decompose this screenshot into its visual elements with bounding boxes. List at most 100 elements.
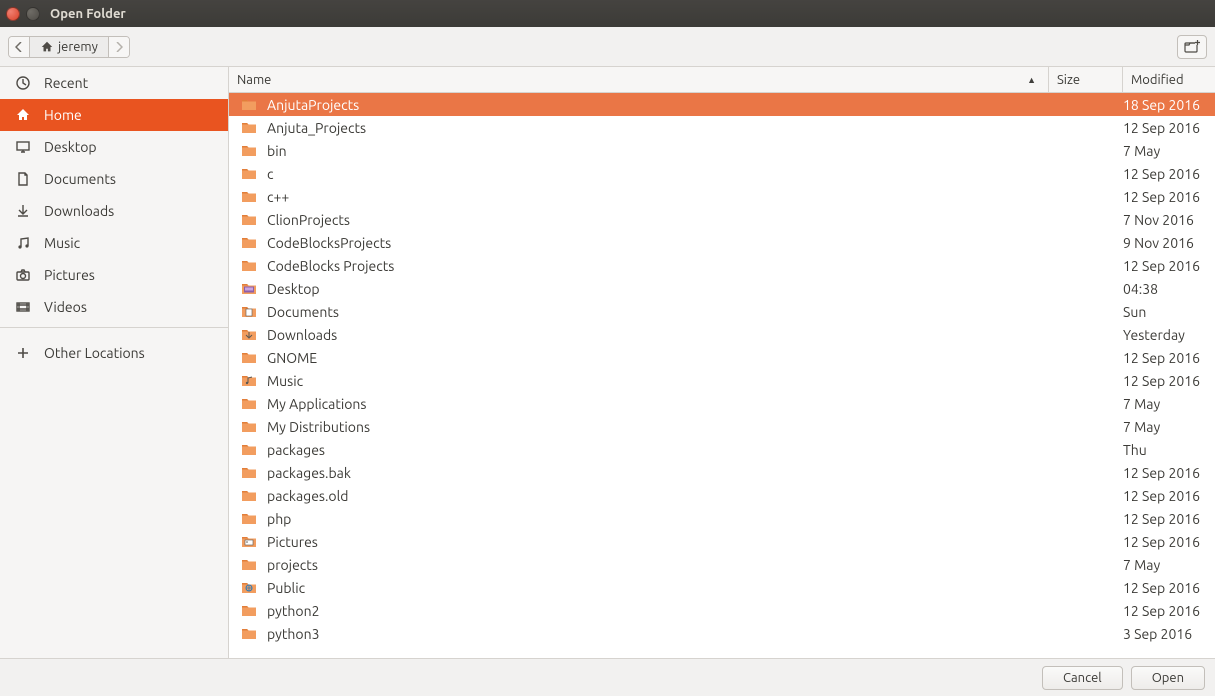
sidebar-item-label: Pictures bbox=[44, 267, 95, 283]
file-name: My Distributions bbox=[267, 419, 1049, 435]
file-modified: 12 Sep 2016 bbox=[1123, 511, 1215, 527]
chevron-left-icon bbox=[15, 42, 23, 52]
file-row[interactable]: Pictures12 Sep 2016 bbox=[229, 530, 1215, 553]
column-header-name[interactable]: Name ▲ bbox=[229, 67, 1049, 92]
folder-icon bbox=[237, 466, 261, 479]
file-name: python3 bbox=[267, 626, 1049, 642]
breadcrumb-home[interactable]: jeremy bbox=[30, 37, 109, 57]
file-row[interactable]: Desktop04:38 bbox=[229, 277, 1215, 300]
sidebar-item-pictures[interactable]: Pictures bbox=[0, 259, 228, 291]
file-row[interactable]: DocumentsSun bbox=[229, 300, 1215, 323]
file-row[interactable]: My Distributions7 May bbox=[229, 415, 1215, 438]
file-row[interactable]: c++12 Sep 2016 bbox=[229, 185, 1215, 208]
sidebar-item-other-locations[interactable]: Other Locations bbox=[0, 337, 228, 369]
file-name: ClionProjects bbox=[267, 212, 1049, 228]
sidebar-item-documents[interactable]: Documents bbox=[0, 163, 228, 195]
close-window-button[interactable] bbox=[6, 7, 20, 21]
folder-icon bbox=[237, 374, 261, 387]
folder-icon bbox=[237, 236, 261, 249]
sidebar-item-desktop[interactable]: Desktop bbox=[0, 131, 228, 163]
file-row[interactable]: CodeBlocksProjects9 Nov 2016 bbox=[229, 231, 1215, 254]
sidebar-item-label: Home bbox=[44, 107, 82, 123]
file-row[interactable]: projects7 May bbox=[229, 553, 1215, 576]
file-modified: 7 May bbox=[1123, 143, 1215, 159]
file-modified: 12 Sep 2016 bbox=[1123, 580, 1215, 596]
file-list[interactable]: AnjutaProjects18 Sep 2016Anjuta_Projects… bbox=[229, 93, 1215, 658]
breadcrumb-forward-button[interactable] bbox=[109, 37, 129, 57]
file-row[interactable]: GNOME 12 Sep 2016 bbox=[229, 346, 1215, 369]
file-name: projects bbox=[267, 557, 1049, 573]
file-name: Public bbox=[267, 580, 1049, 596]
file-row[interactable]: c 12 Sep 2016 bbox=[229, 162, 1215, 185]
file-name: CodeBlocksProjects bbox=[267, 235, 1049, 251]
file-name: Documents bbox=[267, 304, 1049, 320]
file-name: My Applications bbox=[267, 396, 1049, 412]
new-folder-icon bbox=[1184, 40, 1200, 54]
sidebar-separator bbox=[0, 327, 228, 337]
column-headers: Name ▲ Size Modified bbox=[229, 67, 1215, 93]
file-name: php bbox=[267, 511, 1049, 527]
sidebar-item-music[interactable]: Music bbox=[0, 227, 228, 259]
sidebar-item-home[interactable]: Home bbox=[0, 99, 228, 131]
folder-icon bbox=[237, 581, 261, 594]
column-name-label: Name bbox=[237, 73, 271, 87]
sidebar-item-downloads[interactable]: Downloads bbox=[0, 195, 228, 227]
folder-icon bbox=[237, 121, 261, 134]
cancel-button[interactable]: Cancel bbox=[1042, 666, 1123, 690]
file-modified: 7 Nov 2016 bbox=[1123, 212, 1215, 228]
folder-icon bbox=[237, 213, 261, 226]
file-row[interactable]: Public 12 Sep 2016 bbox=[229, 576, 1215, 599]
sidebar: Recent Home DesktopDocuments Downloads Music… bbox=[0, 67, 229, 658]
folder-icon bbox=[237, 351, 261, 364]
folder-icon bbox=[237, 535, 261, 548]
chevron-right-icon bbox=[115, 42, 123, 52]
folder-icon bbox=[237, 282, 261, 295]
file-row[interactable]: DownloadsYesterday bbox=[229, 323, 1215, 346]
file-modified: 12 Sep 2016 bbox=[1123, 373, 1215, 389]
column-header-modified[interactable]: Modified bbox=[1123, 67, 1215, 92]
column-header-size[interactable]: Size bbox=[1049, 67, 1123, 92]
sidebar-item-recent[interactable]: Recent bbox=[0, 67, 228, 99]
home-icon bbox=[40, 40, 54, 54]
file-name: c bbox=[267, 166, 1049, 182]
folder-icon bbox=[237, 98, 261, 111]
folder-icon bbox=[237, 190, 261, 203]
file-modified: 12 Sep 2016 bbox=[1123, 350, 1215, 366]
file-modified: 12 Sep 2016 bbox=[1123, 189, 1215, 205]
file-row[interactable]: ClionProjects 7 Nov 2016 bbox=[229, 208, 1215, 231]
column-size-label: Size bbox=[1057, 73, 1080, 87]
file-modified: 04:38 bbox=[1123, 281, 1215, 297]
file-row[interactable]: My Applications7 May bbox=[229, 392, 1215, 415]
file-name: python2 bbox=[267, 603, 1049, 619]
file-row[interactable]: packagesThu bbox=[229, 438, 1215, 461]
file-row[interactable]: Music12 Sep 2016 bbox=[229, 369, 1215, 392]
breadcrumb-current-label: jeremy bbox=[58, 40, 98, 54]
open-button[interactable]: Open bbox=[1131, 666, 1205, 690]
home-icon bbox=[14, 106, 32, 124]
file-name: GNOME bbox=[267, 350, 1049, 366]
file-row[interactable]: python33 Sep 2016 bbox=[229, 622, 1215, 645]
minimize-window-button[interactable] bbox=[26, 7, 40, 21]
file-row[interactable]: packages.bak12 Sep 2016 bbox=[229, 461, 1215, 484]
file-area: Name ▲ Size Modified AnjutaProjects18 Se… bbox=[229, 67, 1215, 658]
file-row[interactable]: packages.old12 Sep 2016 bbox=[229, 484, 1215, 507]
sidebar-other-label: Other Locations bbox=[44, 345, 145, 361]
file-name: AnjutaProjects bbox=[267, 97, 1049, 113]
breadcrumb-back-button[interactable] bbox=[9, 37, 30, 57]
sidebar-item-label: Music bbox=[44, 235, 80, 251]
sidebar-item-label: Downloads bbox=[44, 203, 114, 219]
file-row[interactable]: AnjutaProjects18 Sep 2016 bbox=[229, 93, 1215, 116]
file-row[interactable]: bin7 May bbox=[229, 139, 1215, 162]
file-modified: 12 Sep 2016 bbox=[1123, 603, 1215, 619]
folder-icon bbox=[237, 627, 261, 640]
folder-icon bbox=[237, 604, 261, 617]
file-row[interactable]: python2 12 Sep 2016 bbox=[229, 599, 1215, 622]
folder-icon bbox=[237, 259, 261, 272]
new-folder-button[interactable] bbox=[1177, 35, 1207, 59]
file-modified: 12 Sep 2016 bbox=[1123, 166, 1215, 182]
sidebar-item-videos[interactable]: Videos bbox=[0, 291, 228, 323]
file-row[interactable]: Anjuta_Projects12 Sep 2016 bbox=[229, 116, 1215, 139]
file-row[interactable]: CodeBlocks Projects12 Sep 2016 bbox=[229, 254, 1215, 277]
titlebar: Open Folder bbox=[0, 0, 1215, 27]
file-row[interactable]: php 12 Sep 2016 bbox=[229, 507, 1215, 530]
